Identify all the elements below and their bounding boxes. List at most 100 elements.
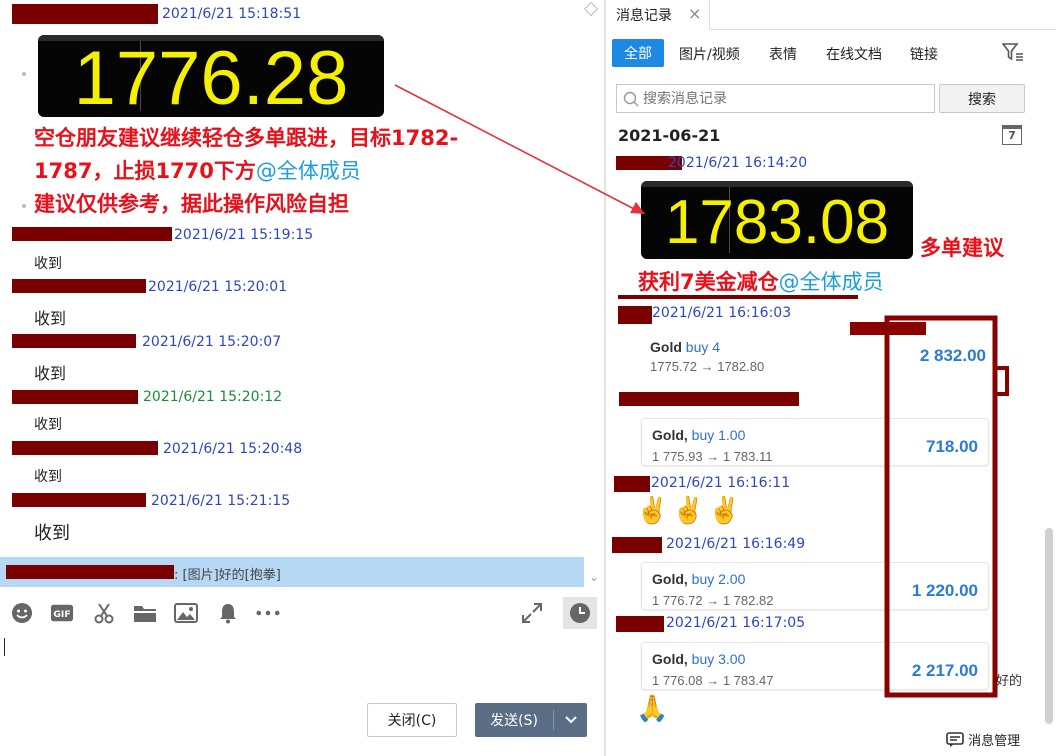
advice-line-2-text: 1787，止损1770下方 [34, 159, 256, 183]
emoji-icon[interactable] [10, 601, 34, 625]
trade-profit: 2 832.00 [919, 346, 986, 365]
scissors-icon[interactable] [92, 601, 116, 625]
expand-icon[interactable] [520, 601, 544, 625]
scrollbar-thumb[interactable] [1045, 528, 1053, 724]
bullet [22, 204, 26, 208]
send-button-group: 发送(S) [475, 703, 587, 737]
message-time: 2021/6/21 16:14:20 [668, 155, 808, 171]
trailing-text: 好的 [996, 674, 1023, 689]
message-time: 2021/6/21 15:20:01 [148, 279, 288, 295]
search-icon [623, 91, 639, 107]
reply-text: 收到 [34, 309, 67, 328]
reply-text: 收到 [34, 364, 67, 383]
tab-images-videos[interactable]: 图片/视频 [679, 44, 740, 64]
trade-price-path: 1 775.93 → 1 783.11 [652, 449, 773, 464]
redacted-sender [612, 537, 662, 553]
calendar-icon[interactable]: 7 [1002, 125, 1022, 145]
price-image[interactable]: 1776.28 [38, 35, 384, 117]
send-button[interactable]: 发送(S) [475, 703, 553, 737]
advice-line-2: 1787，止损1770下方@全体成员 [34, 155, 361, 188]
message-time: 2021/6/21 15:20:12 [143, 389, 283, 405]
message-manage-button[interactable]: 消息管理 [946, 730, 1020, 749]
more-icon[interactable] [256, 601, 280, 625]
victory-emoji: ✌️ [636, 496, 669, 526]
svg-text:GIF: GIF [53, 609, 70, 620]
reply-text: 收到 [34, 523, 70, 544]
message-time: 2021/6/21 15:19:15 [174, 227, 314, 243]
trade-side: buy 2.00 [691, 571, 746, 587]
tab-online-docs[interactable]: 在线文档 [826, 44, 882, 64]
pin-icon[interactable] [583, 1, 599, 17]
collapse-arrow-icon[interactable]: ⌄ [589, 570, 599, 584]
victory-emoji: ✌️ [708, 496, 741, 526]
text-cursor [4, 638, 5, 656]
filter-icon[interactable] [1001, 42, 1024, 66]
image-icon[interactable] [174, 601, 198, 625]
trade-symbol: Gold, buy 2.00 [652, 571, 745, 587]
pray-emoji: 🙏 [636, 694, 669, 724]
buy-advice-text: 多单建议 [920, 236, 1004, 260]
search-input[interactable] [643, 88, 928, 109]
bullet [22, 72, 26, 76]
clock-icon [570, 603, 590, 623]
message-time: 2021/6/21 15:18:51 [162, 6, 302, 22]
message-time: 2021/6/21 15:20:07 [142, 334, 282, 350]
message-time: 2021/6/21 16:17:05 [666, 615, 806, 631]
chat-panel: 2021/6/21 15:18:51 1776.28 空仓朋友建议继续轻仓多单跟… [0, 0, 604, 756]
trade-symbol-name: Gold, [652, 571, 688, 587]
history-tab-title: 消息记录 [616, 8, 672, 24]
victory-emoji: ✌️ [672, 496, 705, 526]
scrollbar-track[interactable] [1044, 126, 1054, 726]
search-box[interactable] [616, 84, 935, 113]
mention-all[interactable]: @全体成员 [256, 159, 361, 183]
trade-side: buy 4 [685, 339, 721, 355]
trade-symbol: Gold, buy 3.00 [652, 651, 745, 667]
trade-symbol: Gold, buy 1.00 [652, 427, 745, 443]
mention-all[interactable]: @全体成员 [779, 270, 884, 294]
history-clock-button[interactable] [563, 597, 597, 629]
trade-price-path: 1 776.08 → 1 783.47 [652, 673, 774, 688]
folder-icon[interactable] [133, 601, 157, 625]
message-time: 2021/6/21 15:21:15 [151, 493, 291, 509]
redacted-sender [12, 4, 158, 24]
message-time: 2021/6/21 15:20:48 [163, 441, 303, 457]
new-message-preview[interactable]: : [图片]好的[抱拳] [0, 557, 584, 587]
trade-side: buy 1.00 [691, 427, 746, 443]
tab-all[interactable]: 全部 [612, 39, 664, 67]
trade-side: buy 3.00 [691, 651, 746, 667]
trade-card[interactable]: Gold, buy 3.00 1 776.08 → 1 783.47 2 217… [641, 642, 989, 690]
history-tab[interactable]: 消息记录 × [606, 0, 710, 30]
trade-card[interactable]: Gold buy 4 1775.72 → 1782.80 2 832.00 [640, 331, 990, 381]
close-icon[interactable]: × [688, 4, 701, 23]
redacted-sender [6, 565, 174, 579]
search-button[interactable]: 搜索 [939, 84, 1025, 113]
redacted-sender [12, 227, 172, 241]
tab-stickers[interactable]: 表情 [769, 44, 797, 64]
tab-strip-line [710, 29, 1056, 30]
message-input[interactable] [0, 632, 604, 702]
send-divider [553, 710, 554, 730]
tab-links[interactable]: 链接 [910, 44, 938, 64]
send-options-chevron-icon[interactable] [555, 703, 587, 737]
calendar-day: 7 [1008, 129, 1016, 142]
trade-card[interactable]: Gold, buy 1.00 1 775.93 → 1 783.11 718.0… [641, 418, 989, 466]
price-value: 1783.08 [664, 188, 890, 257]
reply-text: 收到 [34, 469, 62, 485]
redacted-sender [12, 334, 136, 348]
bell-icon[interactable] [216, 601, 240, 625]
gif-icon[interactable]: GIF [50, 601, 74, 625]
profit-text: 获利7美金减仓 [638, 270, 779, 294]
date-heading: 2021-06-21 [618, 126, 721, 145]
underline-redact [618, 295, 858, 299]
price-image[interactable]: 1783.08 [641, 181, 913, 259]
redacted-sender [618, 306, 652, 324]
redacted-sender [616, 616, 664, 632]
redacted-sender [12, 390, 138, 404]
close-button[interactable]: 关闭(C) [367, 703, 457, 737]
redacted-sender [12, 441, 158, 455]
trade-profit: 718.00 [926, 437, 978, 456]
trade-symbol-name: Gold, [652, 651, 688, 667]
trade-card[interactable]: Gold, buy 2.00 1 776.72 → 1 782.82 1 220… [641, 562, 989, 610]
preview-text: : [图片]好的[抱拳] [174, 568, 281, 583]
redacted-sender [619, 392, 799, 406]
